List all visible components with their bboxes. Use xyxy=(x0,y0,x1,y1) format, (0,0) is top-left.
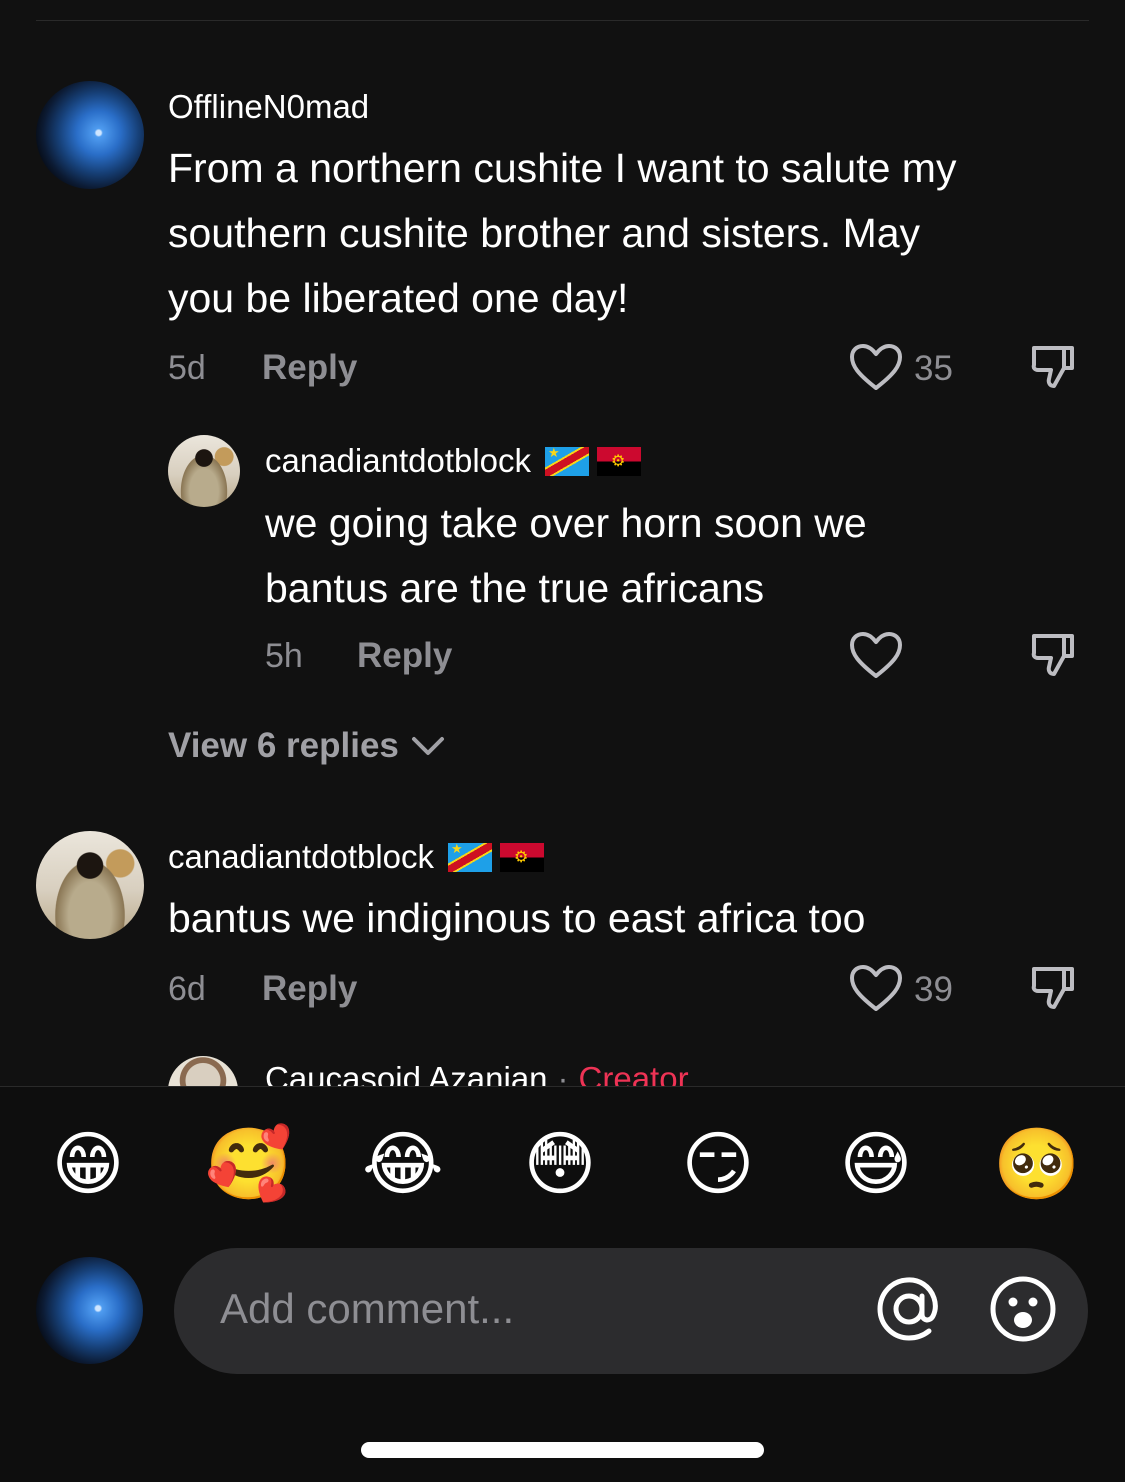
reply-button[interactable]: Reply xyxy=(262,348,357,388)
comment-text: we going take over horn soon we bantus a… xyxy=(265,491,867,621)
comment-text-line: bantus we indiginous to east africa too xyxy=(168,895,866,941)
comment-timestamp: 5d xyxy=(168,349,206,387)
next-comment-peek: Caucasoid Azanian · Creator xyxy=(0,1050,1125,1086)
avatar[interactable] xyxy=(168,1056,238,1086)
home-indicator[interactable] xyxy=(361,1442,764,1458)
view-replies-button[interactable]: View 6 replies xyxy=(168,726,445,766)
emoji-tears-of-joy-button[interactable]: 😂 xyxy=(362,1124,444,1204)
drc-flag-icon xyxy=(448,841,493,872)
drc-flag-icon xyxy=(545,445,590,476)
like-count: 39 xyxy=(914,970,953,1009)
comment-username[interactable]: Caucasoid Azanian · Creator xyxy=(265,1060,689,1086)
avatar[interactable] xyxy=(36,81,144,189)
comment-text-line: we going take over horn soon we xyxy=(265,500,867,546)
thumbs-down-icon[interactable] xyxy=(1028,630,1078,680)
smiley-face-icon[interactable] xyxy=(988,1274,1058,1344)
angola-flag-icon xyxy=(597,446,642,476)
at-sign-icon[interactable] xyxy=(874,1274,944,1344)
reply-button[interactable]: Reply xyxy=(262,969,357,1009)
comment-text: bantus we indiginous to east africa too xyxy=(168,886,865,951)
thumbs-down-icon[interactable] xyxy=(1028,963,1078,1013)
comment-timestamp: 6d xyxy=(168,970,206,1008)
top-divider xyxy=(36,20,1089,21)
username-text: canadiantdotblock xyxy=(168,838,435,875)
emoji-pleading-button[interactable]: 🥺 xyxy=(993,1124,1080,1204)
comment-username[interactable]: canadiantdotblock xyxy=(168,838,545,876)
comment-text-line: southern cushite brother and sisters. Ma… xyxy=(168,210,921,256)
username-text: Caucasoid Azanian xyxy=(265,1060,548,1086)
emoji-smirk-button[interactable]: 😏 xyxy=(678,1124,758,1204)
comment-text-line: bantus are the true africans xyxy=(265,565,765,611)
comment-timestamp: 5h xyxy=(265,637,303,675)
comment-text-line: you be liberated one day! xyxy=(168,275,629,321)
comment-username[interactable]: canadiantdotblock xyxy=(265,442,642,480)
separator-dot: · xyxy=(557,1060,569,1086)
reply-button[interactable]: Reply xyxy=(357,636,452,676)
emoji-sweat-smile-button[interactable]: 😅 xyxy=(836,1124,916,1204)
heart-outline-icon[interactable] xyxy=(848,342,904,392)
current-user-avatar xyxy=(36,1257,143,1364)
like-count: 35 xyxy=(914,349,953,388)
creator-badge: Creator xyxy=(578,1060,689,1086)
heart-outline-icon[interactable] xyxy=(848,630,904,680)
comment-input-placeholder[interactable]: Add comment... xyxy=(220,1285,514,1333)
avatar[interactable] xyxy=(168,435,240,507)
thumbs-down-icon[interactable] xyxy=(1028,342,1078,392)
username-text: canadiantdotblock xyxy=(265,442,532,479)
comment-text-line: From a northern cushite I want to salute… xyxy=(168,145,957,191)
emoji-flushed-button[interactable]: 😳 xyxy=(520,1124,600,1204)
angola-flag-icon xyxy=(500,842,545,872)
heart-outline-icon[interactable] xyxy=(848,963,904,1013)
chevron-down-icon xyxy=(411,737,444,755)
comment-username[interactable]: OfflineN0mad xyxy=(168,88,369,126)
emoji-smiling-hearts-button[interactable]: 🥰 xyxy=(205,1124,292,1204)
comment-text: From a northern cushite I want to salute… xyxy=(168,136,956,331)
avatar[interactable] xyxy=(36,831,144,939)
view-replies-label: View 6 replies xyxy=(168,726,399,765)
emoji-grinning-button[interactable]: 😁 xyxy=(48,1124,128,1204)
